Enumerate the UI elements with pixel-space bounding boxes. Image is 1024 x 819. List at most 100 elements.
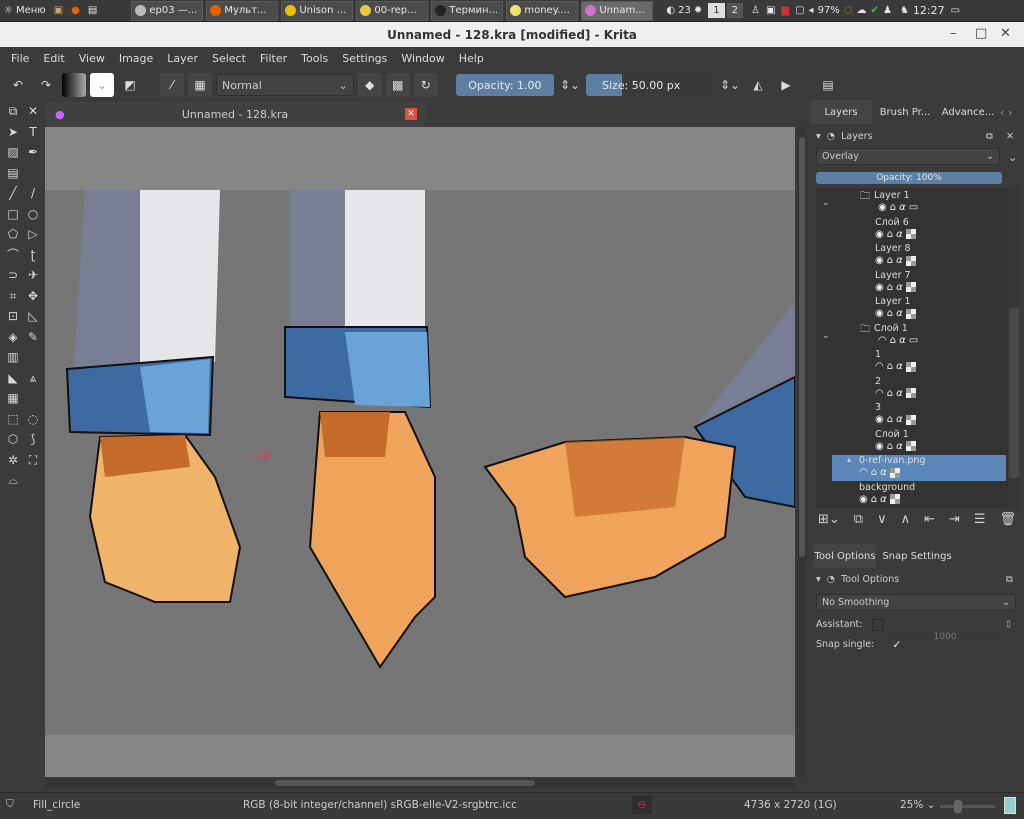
rect-select-icon[interactable]: ⬚: [4, 410, 22, 428]
dock-tab-0[interactable]: Layers: [810, 100, 872, 124]
polygon-select-icon[interactable]: ⬡: [4, 430, 22, 448]
file-manager-icon[interactable]: ▣: [50, 1, 67, 21]
minimize-button[interactable]: –: [950, 26, 957, 41]
gradient-icon[interactable]: ▥: [4, 348, 22, 366]
usb-icon[interactable]: ♙: [751, 5, 760, 16]
menu-filter[interactable]: Filter: [253, 52, 294, 65]
lock-icon[interactable]: ⌂: [871, 467, 877, 478]
measure-icon[interactable]: ◺: [24, 307, 42, 325]
eraser-mode-button[interactable]: ◆: [357, 73, 382, 97]
ellipse-select-icon[interactable]: ◌: [24, 410, 42, 428]
alpha-icon[interactable]: α: [896, 414, 903, 425]
layer-row[interactable]: ▴ 0-ref-ivan.png ◠ ⌂ α: [832, 455, 1006, 481]
snap-single-checkbox[interactable]: ✓: [890, 638, 904, 652]
menu-settings[interactable]: Settings: [335, 52, 394, 65]
layer-row[interactable]: Слой 1 ◉ ⌂ α: [816, 429, 1008, 455]
zoom-select[interactable]: 25% ⌄: [900, 799, 935, 811]
perspective-grid-icon[interactable]: ⩓: [24, 369, 42, 387]
opacity-spin-icon[interactable]: ⇕⌄: [558, 73, 582, 97]
dock-tab-1[interactable]: Brush Pr...: [874, 100, 936, 124]
clock[interactable]: 12:27: [913, 4, 945, 17]
start-menu-button[interactable]: ☼ Меню: [0, 1, 50, 21]
bell-icon[interactable]: ♟: [883, 5, 892, 16]
eye-icon[interactable]: ◉: [875, 308, 884, 319]
brush-preset-button[interactable]: ⁄: [160, 73, 184, 97]
preserve-alpha-button[interactable]: ▩: [385, 73, 410, 97]
layer-blend-mode-select[interactable]: Overlay ⌄: [816, 148, 1000, 165]
alpha-icon[interactable]: α: [880, 467, 887, 478]
eye-icon[interactable]: ◉: [859, 494, 868, 505]
similar-select-icon[interactable]: ⛶: [24, 451, 42, 469]
checkmark-icon[interactable]: ✔: [871, 5, 879, 16]
horizontal-scrollbar[interactable]: [45, 778, 795, 788]
layer-row[interactable]: Layer 7 ◉ ⌂ α: [816, 270, 1008, 296]
eye-closed-icon[interactable]: ◠: [859, 467, 868, 478]
menu-window[interactable]: Window: [394, 52, 451, 65]
size-slider[interactable]: Size: 50.00 px: [586, 74, 714, 96]
menu-edit[interactable]: Edit: [36, 52, 71, 65]
collapse-triangle-icon[interactable]: ▾: [816, 131, 821, 142]
spin-icon[interactable]: ⇕: [1004, 618, 1013, 631]
magic-wand-icon[interactable]: ✲: [4, 451, 22, 469]
taskbar-task[interactable]: Unnam...: [581, 0, 654, 21]
lock-icon[interactable]: ⌂: [887, 255, 893, 266]
taskbar-task[interactable]: Мульт...: [206, 0, 279, 21]
assistant-icon[interactable]: ◣: [4, 369, 22, 387]
taskbar-task[interactable]: 00-rep...: [356, 0, 429, 21]
menu-help[interactable]: Help: [452, 52, 491, 65]
smoothing-select[interactable]: No Smoothing ⌄: [816, 594, 1016, 611]
alpha-icon[interactable]: α: [896, 361, 903, 372]
eye-closed-icon[interactable]: ◠: [875, 388, 884, 399]
eye-icon[interactable]: ◉: [875, 441, 884, 452]
volume-icon[interactable]: ◂: [809, 5, 814, 16]
dock-tab-2[interactable]: Advance...: [938, 100, 998, 124]
pattern-selector[interactable]: ⌄: [90, 73, 114, 97]
keyboard-layout-flag-icon[interactable]: ▆: [781, 5, 789, 16]
inherit-alpha-icon[interactable]: [905, 361, 916, 372]
menu-image[interactable]: Image: [112, 52, 160, 65]
taskbar-task[interactable]: Unison ...: [281, 0, 354, 21]
document-tab[interactable]: ● Unnamed - 128.kra ✕: [45, 102, 425, 126]
delete-layer-icon[interactable]: 🗑: [999, 512, 1016, 527]
rectangle-icon[interactable]: □: [4, 205, 22, 223]
undo-button[interactable]: ↶: [6, 73, 30, 97]
freehand-select-icon[interactable]: ⟆: [24, 430, 42, 448]
eye-closed-icon[interactable]: ◠: [875, 361, 884, 372]
menu-file[interactable]: File: [4, 52, 36, 65]
layer-row[interactable]: 1 ◠ ⌂ α: [816, 349, 1008, 375]
alpha-icon[interactable]: α: [899, 335, 906, 346]
swap-colors-icon[interactable]: ◩: [118, 73, 142, 97]
close-document-icon[interactable]: ✕: [405, 108, 417, 120]
polygon-icon[interactable]: ⬠: [4, 225, 22, 243]
move-icon[interactable]: ✥: [24, 287, 42, 305]
taskbar-task[interactable]: Термин...: [431, 0, 504, 21]
alpha-icon[interactable]: α: [896, 229, 903, 240]
tool-options-tab-1[interactable]: Snap Settings: [878, 544, 956, 568]
workspace-2[interactable]: 2: [726, 3, 743, 18]
text-icon[interactable]: T: [24, 123, 42, 141]
ellipse-icon[interactable]: ○: [24, 205, 42, 223]
lock-icon[interactable]: ⌂: [887, 229, 893, 240]
layer-row[interactable]: 3 ◉ ⌂ α: [816, 402, 1008, 428]
no-input-icon[interactable]: ⊖: [632, 796, 652, 814]
fill-icon[interactable]: ◈: [4, 328, 22, 346]
menu-select[interactable]: Select: [205, 52, 253, 65]
pass-through-icon[interactable]: ▭: [909, 202, 918, 213]
alpha-icon[interactable]: α: [896, 441, 903, 452]
close-docker-icon[interactable]: ✕: [1006, 131, 1014, 142]
alpha-icon[interactable]: α: [896, 308, 903, 319]
layer-properties-icon[interactable]: ☰: [974, 512, 986, 527]
layer-opacity-slider[interactable]: Opacity: 100%: [816, 172, 1002, 184]
lock-icon[interactable]: ⌂: [887, 414, 893, 425]
layer-row[interactable]: 🗀 ⌄ Слой 1 ◠ ⌂ α ▭: [816, 323, 1008, 349]
freehand-path-icon[interactable]: ʈ: [24, 246, 42, 264]
add-layer-icon[interactable]: ⊞⌄: [818, 512, 840, 527]
lock-icon[interactable]: ⌂: [871, 494, 877, 505]
gradient-selector[interactable]: [62, 73, 86, 97]
assistant-checkbox[interactable]: [872, 619, 884, 631]
duplicate-layer-icon[interactable]: ⧉: [854, 512, 863, 527]
user-avatar[interactable]: ♞: [900, 5, 909, 16]
assistant-magnetism-slider[interactable]: 1000: [890, 630, 1000, 643]
layer-properties-chevron-icon[interactable]: ⌄: [1008, 151, 1017, 164]
pass-through-icon[interactable]: ▭: [909, 335, 918, 346]
